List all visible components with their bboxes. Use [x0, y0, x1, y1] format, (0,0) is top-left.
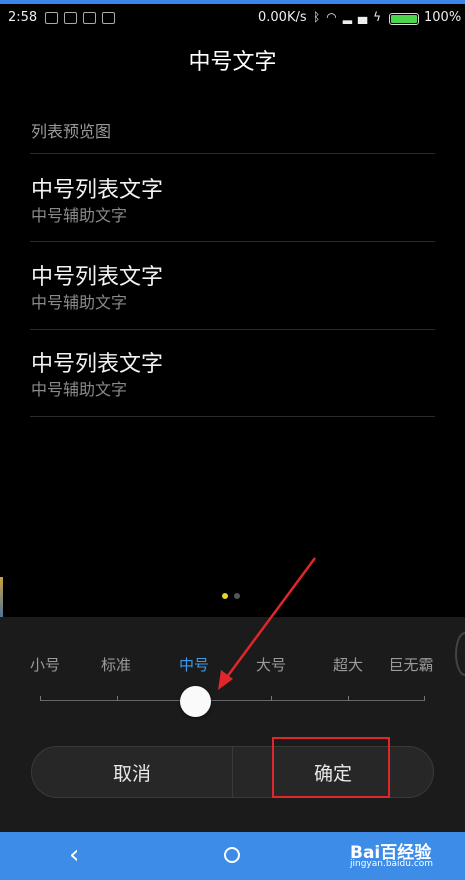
home-icon[interactable]: [224, 847, 240, 863]
annotation-arrow: [218, 557, 317, 690]
back-icon[interactable]: ‹: [69, 840, 79, 870]
watermark-url: jingyan.baidu.com: [350, 859, 434, 869]
